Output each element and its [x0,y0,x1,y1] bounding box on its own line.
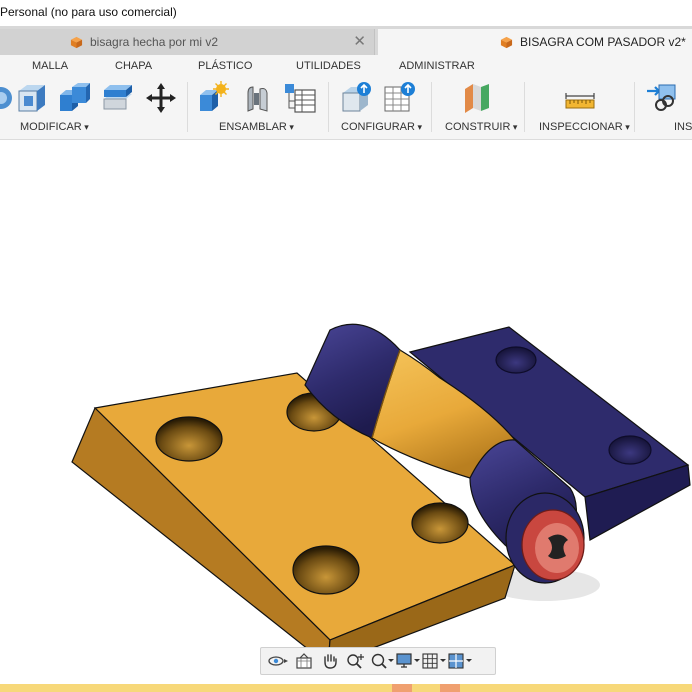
look-at-button[interactable] [291,649,317,673]
change-parameters-icon[interactable] [340,81,374,115]
screw-hole [155,416,223,462]
ribbon-tab-utilidades[interactable]: UTILIDADES [296,60,361,72]
document-tab-active[interactable]: BISAGRA COM PASADOR v2* [378,29,692,55]
ribbon-separator [524,82,525,132]
joint-icon[interactable] [241,81,275,115]
cube-icon [500,36,513,48]
grid-icon [422,653,446,669]
ribbon-separator [328,82,329,132]
group-ensamblar[interactable]: ENSAMBLAR [219,121,294,133]
ribbon-tab-plastico[interactable]: PLÁSTICO [198,60,252,72]
document-tab-inactive[interactable]: bisagra hecha por mi v2 ✕ [0,29,375,55]
offset-plane-icon[interactable] [461,81,495,115]
shell-icon[interactable] [101,81,135,115]
viewports-button[interactable] [447,649,473,673]
measure-icon[interactable] [563,81,597,115]
zoom-button[interactable] [343,649,369,673]
ribbon-tab-malla[interactable]: MALLA [32,60,68,72]
fusion-app-window: Personal (no para uso comercial) bisagra… [0,0,692,692]
document-tab-strip: bisagra hecha por mi v2 ✕ BISAGRA COM PA… [0,26,692,55]
look-at-icon [296,653,312,669]
toolbar-ribbon: MALLA CHAPA PLÁSTICO UTILIDADES ADMINIST… [0,55,692,140]
bill-of-materials-icon[interactable] [283,81,317,115]
screw-hole [495,346,537,374]
screw-hole [608,435,652,465]
group-modificar[interactable]: MODIFICAR [20,121,89,133]
combine-icon[interactable] [58,81,92,115]
ribbon-separator [187,82,188,132]
canvas-viewport[interactable] [0,140,692,684]
zoom-icon [347,654,364,669]
new-component-icon[interactable] [196,81,230,115]
timeline-marker[interactable] [440,684,460,692]
grid-button[interactable] [421,649,447,673]
move-icon[interactable] [144,81,178,115]
display-settings-icon [396,653,420,668]
title-bar: Personal (no para uso comercial) [0,0,692,26]
fit-button[interactable] [369,649,395,673]
fillet-icon[interactable] [15,81,49,115]
hinge-pin-head[interactable] [521,509,585,581]
group-construir[interactable]: CONSTRUIR [445,121,517,133]
pan-hand-icon [324,654,337,669]
orbit-button[interactable] [265,649,291,673]
timeline-marker[interactable] [392,684,412,692]
document-tab-label: bisagra hecha por mi v2 [90,35,219,49]
navigation-toolbar [260,647,496,675]
group-insertar[interactable]: INSE [674,121,692,133]
orbit-icon [268,656,288,666]
screw-hole [292,545,360,595]
timeline-strip[interactable] [0,684,692,692]
group-inspeccionar[interactable]: INSPECCIONAR [539,121,630,133]
ribbon-tab-administrar[interactable]: ADMINISTRAR [399,60,475,72]
group-configurar[interactable]: CONFIGURAR [341,121,422,133]
hinge-3d-model[interactable] [0,140,692,684]
ribbon-tab-chapa[interactable]: CHAPA [115,60,152,72]
insert-derive-icon[interactable] [645,81,679,115]
ribbon-separator [431,82,432,132]
close-tab-icon[interactable]: ✕ [353,32,366,50]
fit-icon [371,653,394,669]
configure-table-icon[interactable] [383,81,417,115]
display-settings-button[interactable] [395,649,421,673]
title-bar-text: Personal (no para uso comercial) [0,5,177,19]
ribbon-separator [634,82,635,132]
viewports-icon [448,653,472,669]
cube-icon [70,36,83,48]
pan-button[interactable] [317,649,343,673]
document-tab-label: BISAGRA COM PASADOR v2* [520,35,686,49]
screw-hole [411,502,469,544]
